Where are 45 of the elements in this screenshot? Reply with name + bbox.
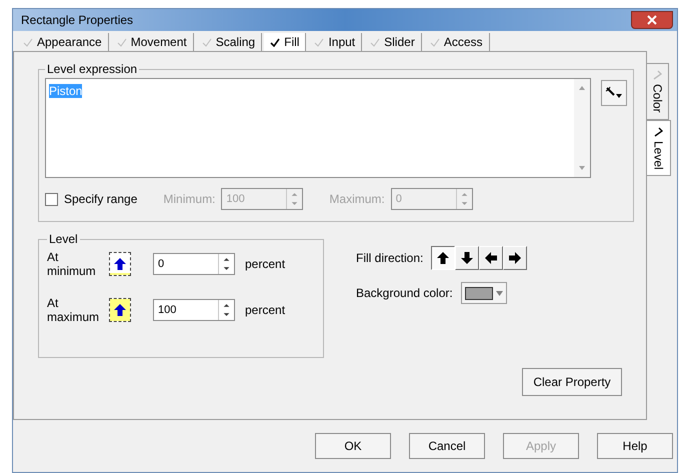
spin-field[interactable]: 0 [153,253,235,275]
check-icon [202,38,212,46]
dialog-button[interactable]: Help [597,433,673,459]
check-icon [270,38,280,46]
check-icon [654,126,663,137]
check-icon [653,70,662,80]
group-label: Level [48,231,79,248]
check-icon [370,38,380,46]
checkbox[interactable] [45,192,58,206]
group-label: Level expression [46,61,138,78]
check-icon [116,38,127,46]
unit-label: percent [245,256,286,273]
direction-button[interactable] [431,246,456,270]
close-icon [647,15,657,25]
field-label: Minimum: [163,191,216,208]
side-tab[interactable]: Color [647,63,669,120]
field-label: Maximum: [329,191,385,208]
arrow-up-icon [113,303,127,317]
field-label: Fill direction: [356,250,424,267]
spin-field[interactable]: 100 [153,299,235,321]
arrow-right-icon [508,251,522,265]
magic-wand-icon [605,86,623,100]
expression-text: Piston [49,84,82,98]
window-title: Rectangle Properties [21,12,134,29]
row-label: At maximum [47,296,100,324]
unit-label: percent [245,302,286,319]
check-icon [430,38,440,46]
arrow-up-icon [436,251,450,265]
arrow-down-icon [460,251,474,265]
row-label: At minimum [47,250,97,278]
arrow-up-icon [113,257,127,271]
check-icon [23,38,33,46]
dialog-button[interactable]: Cancel [409,433,485,459]
check-icon [314,38,324,46]
clear-property-button[interactable]: Clear Property [522,368,622,396]
dialog-button[interactable]: OK [315,433,391,459]
wizard-button[interactable] [601,80,627,106]
side-tab[interactable]: Level [647,120,671,176]
dropdown-icon [496,290,503,296]
tab[interactable]: Fill [264,33,306,51]
color-picker[interactable] [460,282,507,304]
close-button[interactable] [631,11,673,29]
field-label: Background color: [356,285,453,302]
arrow-left-icon [484,251,498,265]
checkbox-label: Specify range [64,191,138,208]
